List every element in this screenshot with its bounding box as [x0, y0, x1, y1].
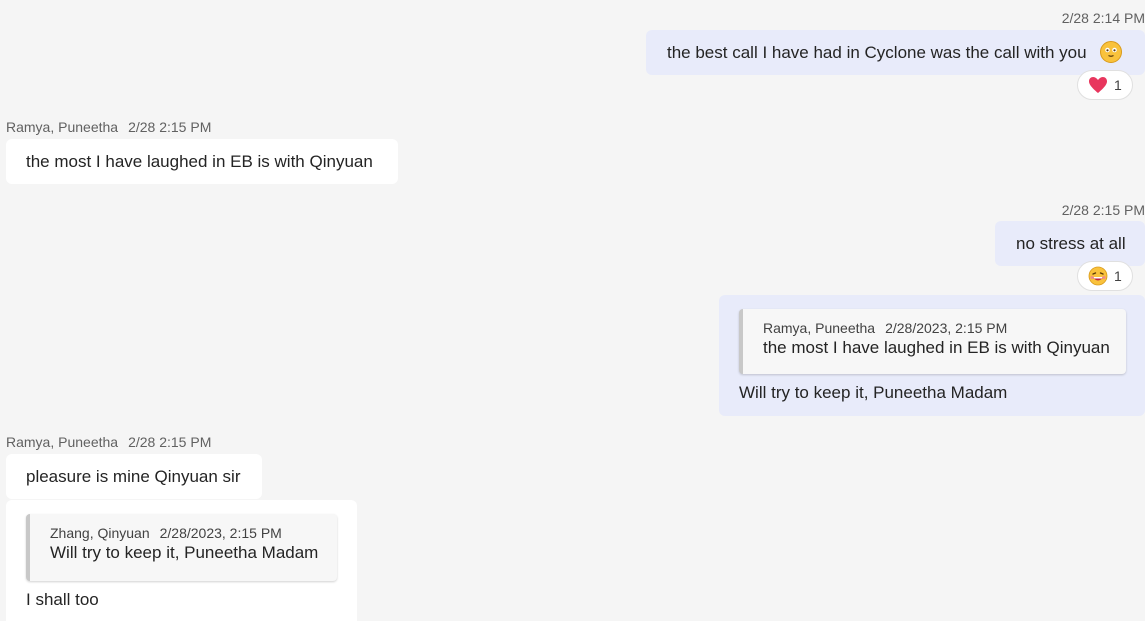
message-text: pleasure is mine Qinyuan sir [26, 467, 241, 486]
smile-emoji-icon [1100, 41, 1122, 63]
message-text: I shall too [26, 590, 99, 609]
laughing-emoji-icon [1088, 266, 1108, 286]
quote-sender: Ramya, Puneetha [763, 320, 876, 336]
heart-emoji-icon [1089, 77, 1107, 93]
quote-text: Will try to keep it, Puneetha Madam [50, 543, 319, 562]
quote-header: Ramya, Puneetha 2/28/2023, 2:15 PM [763, 317, 1007, 339]
quote-text: the most I have laughed in EB is with Qi… [763, 338, 1110, 357]
message-bubble[interactable]: Ramya, Puneetha 2/28/2023, 2:15 PM the mo… [719, 295, 1145, 416]
message-bubble[interactable]: pleasure is mine Qinyuan sir [6, 454, 262, 499]
quote-timestamp: 2/28/2023, 2:15 PM [159, 525, 282, 541]
sender-name: Ramya, Puneetha [6, 119, 119, 135]
message-text: the most I have laughed in EB is with Qi… [26, 152, 373, 171]
message-text: Will try to keep it, Puneetha Madam [739, 383, 1008, 402]
reaction-pill[interactable]: 1 [1077, 261, 1133, 291]
timestamp-text: 2/28 2:15 PM [128, 434, 212, 450]
message-bubble[interactable]: Zhang, Qinyuan 2/28/2023, 2:15 PM Will tr… [6, 500, 357, 621]
quoted-message[interactable]: Zhang, Qinyuan 2/28/2023, 2:15 PM Will tr… [26, 514, 337, 581]
message-bubble[interactable]: no stress at all [995, 221, 1145, 266]
timestamp-text: 2/28 2:15 PM [1061, 202, 1145, 218]
timestamp-text: 2/28 2:14 PM [1061, 10, 1145, 26]
message-header: Ramya, Puneetha 2/28 2:15 PM [6, 119, 211, 135]
timestamp-text: 2/28 2:15 PM [128, 119, 212, 135]
quote-timestamp: 2/28/2023, 2:15 PM [885, 320, 1008, 336]
message-bubble[interactable]: the most I have laughed in EB is with Qi… [6, 139, 398, 184]
message-text: the best call I have had in Cyclone was … [667, 43, 1087, 62]
quote-sender: Zhang, Qinyuan [50, 525, 150, 541]
sender-name: Ramya, Puneetha [6, 434, 119, 450]
reaction-count: 1 [1114, 77, 1122, 93]
quoted-message[interactable]: Ramya, Puneetha 2/28/2023, 2:15 PM the mo… [739, 309, 1126, 374]
message-header: Ramya, Puneetha 2/28 2:15 PM [6, 434, 211, 450]
message-text: no stress at all [1016, 234, 1126, 253]
message-bubble[interactable]: the best call I have had in Cyclone was … [646, 30, 1145, 75]
message-timestamp: 2/28 2:14 PM [1062, 10, 1145, 26]
message-timestamp: 2/28 2:15 PM [1062, 202, 1145, 218]
reaction-pill[interactable]: 1 [1077, 70, 1133, 100]
reaction-count: 1 [1114, 268, 1122, 284]
quote-header: Zhang, Qinyuan 2/28/2023, 2:15 PM [50, 522, 282, 544]
